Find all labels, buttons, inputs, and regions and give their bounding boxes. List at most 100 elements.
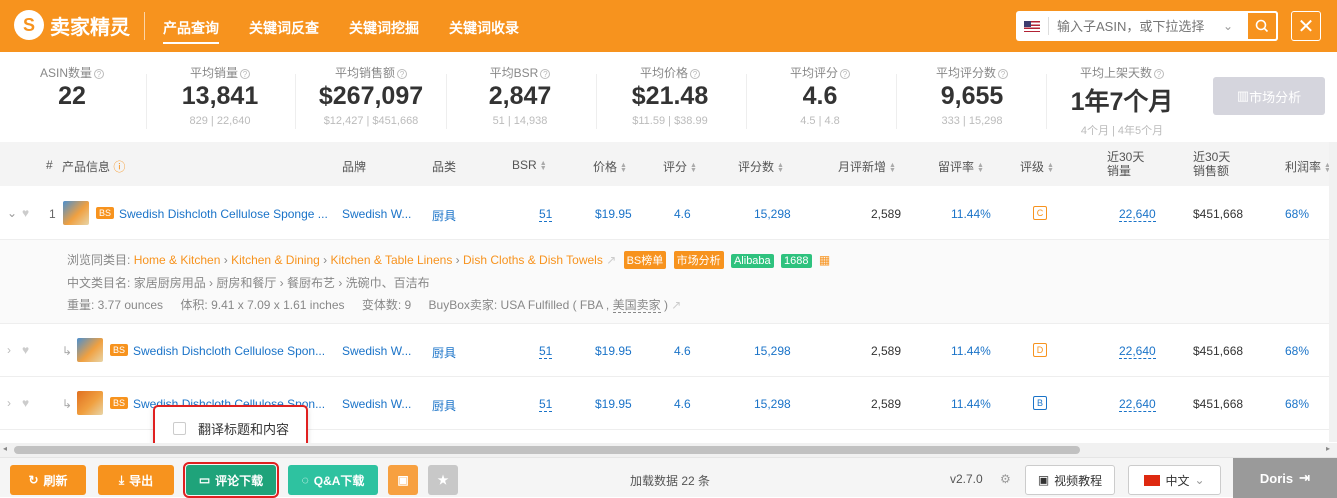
category-link[interactable]: 厨具 [432, 397, 456, 414]
sort-icon[interactable]: ▲ ▼ [540, 160, 547, 172]
logout-icon[interactable]: ⇥ [1299, 470, 1310, 486]
chevron-down-icon[interactable]: ⌄ [1223, 19, 1233, 33]
scroll-right-icon[interactable]: ▸ [1326, 444, 1330, 453]
nav-keyword-mining[interactable]: 关键词挖掘 [349, 18, 419, 44]
image-button[interactable]: ▣ [388, 465, 418, 495]
stat-label: 平均评分 [789, 66, 838, 80]
us-flag-icon[interactable] [1024, 20, 1040, 32]
help-icon[interactable]: ⓘ [113, 160, 125, 174]
help-icon[interactable]: ? [690, 69, 700, 79]
category-link[interactable]: 厨具 [432, 344, 456, 361]
bsr-link[interactable]: 51 [539, 397, 553, 412]
help-icon[interactable]: ? [397, 69, 407, 79]
product-thumbnail[interactable] [77, 391, 103, 415]
col-price[interactable]: 价格 ▲ ▼ [593, 158, 627, 175]
col-review-count[interactable]: 评分数 ▲ ▼ [738, 158, 784, 175]
sales-link[interactable]: 22,640 [1119, 344, 1156, 359]
table-row[interactable]: ⌄ ♥ 1 BS Swedish Dishcloth Cellulose Spo… [0, 187, 1337, 240]
user-menu[interactable]: Doris ⇥ [1233, 458, 1337, 498]
product-title-link[interactable]: Swedish Dishcloth Cellulose Spon... [133, 344, 325, 358]
sort-icon[interactable]: ▲ ▼ [777, 162, 784, 174]
horizontal-scrollbar[interactable]: ◂ ▸ [0, 443, 1337, 457]
version-label: v2.7.0 [950, 472, 983, 486]
nav-keyword-index[interactable]: 关键词收录 [449, 18, 519, 44]
sales-link[interactable]: 22,640 [1119, 207, 1156, 222]
product-title-link[interactable]: Swedish Dishcloth Cellulose Sponge ... [119, 207, 328, 221]
sort-icon[interactable]: ▲ ▼ [977, 162, 984, 174]
export-button[interactable]: ⤓ 导出 [98, 465, 174, 495]
settings-icon[interactable]: ⚙ [1000, 472, 1011, 486]
brand-link[interactable]: Swedish W... [342, 397, 411, 411]
translate-checkbox[interactable] [173, 421, 186, 435]
stat-value: 13,841 [181, 82, 259, 110]
nav-keyword-reverse[interactable]: 关键词反查 [249, 18, 319, 44]
chevron-down-icon[interactable]: ⌄ [7, 206, 17, 220]
product-thumbnail[interactable] [77, 338, 103, 362]
vertical-scrollbar[interactable] [1329, 142, 1337, 442]
video-tutorial-button[interactable]: ▣ 视频教程 [1025, 465, 1115, 495]
star-button[interactable]: ★ [428, 465, 458, 495]
category-link[interactable]: Dish Cloths & Dish Towels [463, 253, 603, 267]
external-link-icon[interactable]: ↗ [671, 298, 681, 312]
sort-icon[interactable]: ▲ ▼ [1047, 162, 1054, 174]
sort-icon[interactable]: ▲ ▼ [690, 162, 697, 174]
category-link[interactable]: Home & Kitchen [134, 253, 221, 267]
help-icon[interactable]: ? [1154, 69, 1164, 79]
product-thumbnail[interactable] [63, 201, 89, 225]
col-rating[interactable]: 评分 ▲ ▼ [663, 158, 697, 175]
scrollbar-thumb[interactable] [14, 446, 1080, 454]
search-input[interactable] [1057, 18, 1217, 34]
col-label: 近30天 销售额 [1193, 150, 1231, 178]
calculator-icon[interactable]: ▦ [819, 253, 830, 267]
review-download-button[interactable]: ▭ 评论下载 [183, 462, 279, 498]
col-margin[interactable]: 利润率 ▲ ▼ [1285, 158, 1331, 175]
bsr-link[interactable]: 51 [539, 207, 553, 222]
chevron-right-icon[interactable]: › [7, 343, 11, 357]
col-sales-30d[interactable]: 近30天 销量 [1107, 150, 1144, 178]
review-count-value: 15,298 [754, 397, 791, 411]
grade-badge: C [1033, 206, 1047, 220]
col-retention[interactable]: 留评率 ▲ ▼ [938, 158, 984, 175]
category-link[interactable]: 厨具 [432, 207, 456, 224]
language-select[interactable]: 中文 ⌄ [1128, 465, 1221, 495]
col-revenue-30d[interactable]: 近30天 销售额 [1193, 150, 1230, 178]
bsr-link[interactable]: 51 [539, 344, 553, 359]
cn-flag-icon [1144, 474, 1161, 486]
heart-icon[interactable]: ♥ [22, 343, 29, 357]
close-button[interactable]: ✕ [1291, 11, 1321, 41]
brand-link[interactable]: Swedish W... [342, 207, 411, 221]
table-row[interactable]: › ♥ ↳ BS Swedish Dishcloth Cellulose Spo… [0, 325, 1337, 377]
bs-list-tag[interactable]: BS榜单 [623, 251, 667, 269]
stat-range: 4.5 | 4.8 [800, 115, 840, 127]
help-icon[interactable]: ? [94, 69, 104, 79]
alibaba-tag[interactable]: Alibaba [730, 254, 774, 268]
col-label: 价格 [593, 160, 618, 174]
refresh-button[interactable]: ↻ 刷新 [10, 465, 86, 495]
col-grade[interactable]: 评级 ▲ ▼ [1020, 158, 1054, 175]
category-link[interactable]: Kitchen & Table Linens [330, 253, 452, 267]
heart-icon[interactable]: ♥ [22, 206, 29, 220]
search-button[interactable] [1246, 11, 1278, 41]
help-icon[interactable]: ? [998, 69, 1008, 79]
scroll-left-icon[interactable]: ◂ [3, 444, 7, 453]
heart-icon[interactable]: ♥ [22, 396, 29, 410]
sales-link[interactable]: 22,640 [1119, 397, 1156, 412]
help-icon[interactable]: ? [840, 69, 850, 79]
sort-icon[interactable]: ▲ ▼ [620, 162, 627, 174]
sort-icon[interactable]: ▲ ▼ [889, 162, 896, 174]
category-link[interactable]: Kitchen & Dining [231, 253, 320, 267]
nav-product-search[interactable]: 产品查询 [163, 18, 219, 44]
help-icon[interactable]: ? [240, 69, 250, 79]
market-analysis-tag[interactable]: 市场分析 [673, 251, 724, 269]
qa-download-button[interactable]: ◌ Q&A下载 [288, 465, 378, 495]
tag-1688[interactable]: 1688 [781, 254, 812, 268]
brand-link[interactable]: Swedish W... [342, 344, 411, 358]
divider [1048, 17, 1049, 35]
chevron-right-icon[interactable]: › [7, 396, 11, 410]
help-icon[interactable]: ? [540, 69, 551, 79]
buybox-seller-link[interactable]: 美国卖家 [612, 298, 661, 313]
col-monthly-reviews[interactable]: 月评新增 ▲ ▼ [838, 158, 896, 175]
col-bsr[interactable]: BSR ▲ ▼ [512, 158, 547, 172]
market-analysis-button[interactable]: ▥ 市场分析 [1213, 77, 1325, 115]
external-link-icon[interactable]: ↗ [606, 253, 616, 267]
